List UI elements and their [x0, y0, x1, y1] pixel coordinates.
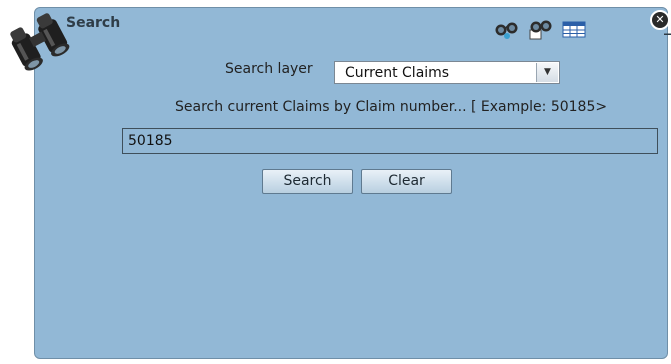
widget-title: Search — [66, 15, 121, 31]
binoculars-icon — [6, 4, 70, 72]
search-hint-text: Search current Claims by Claim number...… — [175, 99, 608, 115]
table-icon[interactable] — [561, 18, 587, 40]
close-icon[interactable]: ✕ — [650, 10, 670, 30]
search-layer-select[interactable]: Current Claims ▼ — [334, 61, 560, 84]
search-button[interactable]: Search — [262, 169, 353, 194]
clear-button[interactable]: Clear — [361, 169, 452, 194]
search-input[interactable] — [122, 128, 658, 154]
search-layer-label: Search layer — [225, 61, 313, 77]
chevron-down-icon[interactable]: ▼ — [536, 63, 558, 82]
glasses-search-icon[interactable] — [493, 18, 519, 40]
search-layer-selected-value: Current Claims — [345, 65, 450, 81]
glasses-document-icon[interactable] — [527, 18, 553, 40]
search-widget: Search _ Search laye — [34, 7, 671, 359]
